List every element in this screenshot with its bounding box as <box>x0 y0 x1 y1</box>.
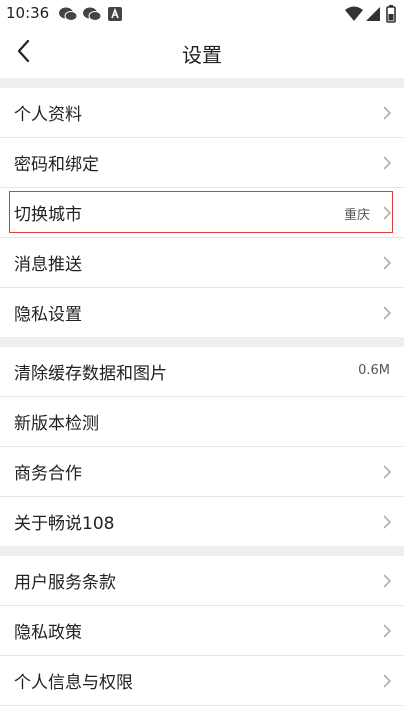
wifi-icon <box>345 6 363 21</box>
settings-item-terms-of-service[interactable]: 用户服务条款 <box>0 556 404 606</box>
settings-item-privacy-settings[interactable]: 隐私设置 <box>0 288 404 337</box>
settings-item-privacy-policy[interactable]: 隐私政策 <box>0 606 404 656</box>
wechat-icon <box>59 7 78 21</box>
settings-item-about[interactable]: 关于畅说108 <box>0 497 404 546</box>
settings-item-label: 清除缓存数据和图片 <box>14 364 167 384</box>
settings-item-push-notifications[interactable]: 消息推送 <box>0 238 404 288</box>
chevron-right-icon <box>383 624 392 638</box>
battery-icon <box>386 5 396 23</box>
app-a-icon <box>108 7 122 21</box>
chevron-right-icon <box>383 256 392 270</box>
settings-item-password-binding[interactable]: 密码和绑定 <box>0 138 404 188</box>
page-title: 设置 <box>182 43 222 67</box>
status-time: 10:36 <box>6 4 50 22</box>
settings-item-label: 个人资料 <box>14 105 82 125</box>
settings-item-label: 隐私政策 <box>14 623 82 643</box>
section-divider <box>0 78 404 88</box>
settings-item-profile[interactable]: 个人资料 <box>0 88 404 138</box>
section-divider <box>0 337 404 347</box>
chevron-right-icon <box>383 156 392 170</box>
settings-item-label: 商务合作 <box>14 464 82 484</box>
settings-item-label: 新版本检测 <box>14 414 99 434</box>
settings-item-label: 个人信息与权限 <box>14 673 133 693</box>
current-city-value: 重庆 <box>343 208 370 223</box>
chevron-right-icon <box>383 574 392 588</box>
status-bar: 10:36 <box>0 0 404 28</box>
chevron-right-icon <box>383 106 392 120</box>
cache-size-value: 0.6M <box>358 363 390 378</box>
settings-item-label: 消息推送 <box>14 255 82 275</box>
settings-item-personal-info-permissions[interactable]: 个人信息与权限 <box>0 656 404 706</box>
chevron-right-icon <box>383 465 392 479</box>
settings-item-label: 密码和绑定 <box>14 155 99 175</box>
settings-item-business-cooperation[interactable]: 商务合作 <box>0 447 404 497</box>
app-header: 设置 <box>0 28 404 78</box>
section-divider <box>0 546 404 556</box>
settings-item-clear-cache[interactable]: 清除缓存数据和图片 0.6M <box>0 347 404 397</box>
wechat-icon <box>83 7 102 21</box>
settings-list: 个人资料 密码和绑定 切换城市 重庆 消息推送 隐私设置 清除缓存数据和图片 0… <box>0 78 404 706</box>
settings-item-label: 隐私设置 <box>14 305 82 325</box>
chevron-right-icon <box>383 306 392 320</box>
settings-item-label: 关于畅说108 <box>14 514 115 534</box>
chevron-right-icon <box>383 206 392 220</box>
settings-item-label: 切换城市 <box>14 205 82 225</box>
chevron-right-icon <box>383 674 392 688</box>
settings-item-label: 用户服务条款 <box>14 573 116 593</box>
settings-item-check-update[interactable]: 新版本检测 <box>0 397 404 447</box>
signal-icon <box>366 7 380 21</box>
settings-item-switch-city[interactable]: 切换城市 重庆 <box>0 188 404 238</box>
chevron-right-icon <box>383 515 392 529</box>
